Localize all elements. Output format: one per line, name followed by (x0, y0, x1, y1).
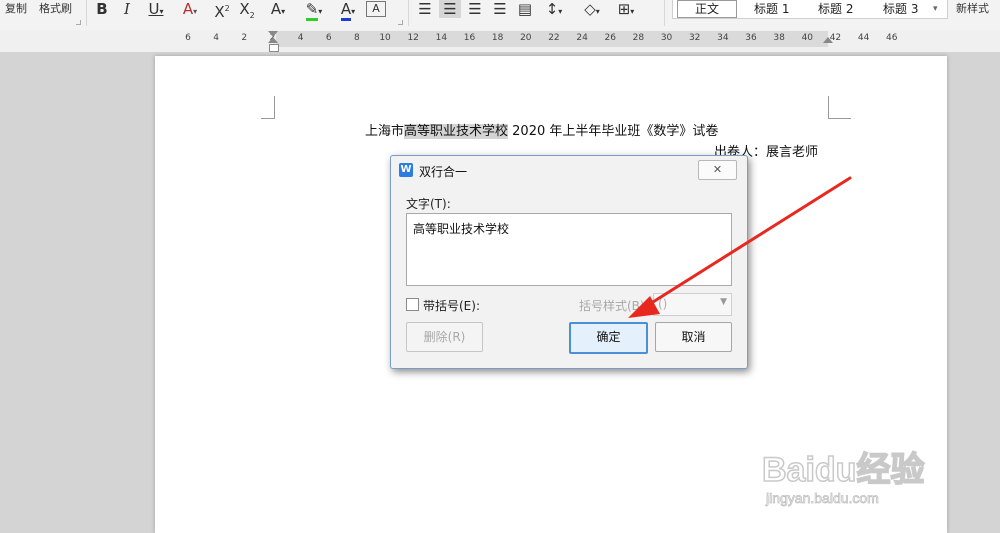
watermark-url: jingyan.baidu.com (766, 490, 880, 507)
watermark-logo: Baidu经验 (761, 450, 925, 490)
baidu-watermark: Baidu经验 jingyan.baidu.com (761, 424, 962, 514)
